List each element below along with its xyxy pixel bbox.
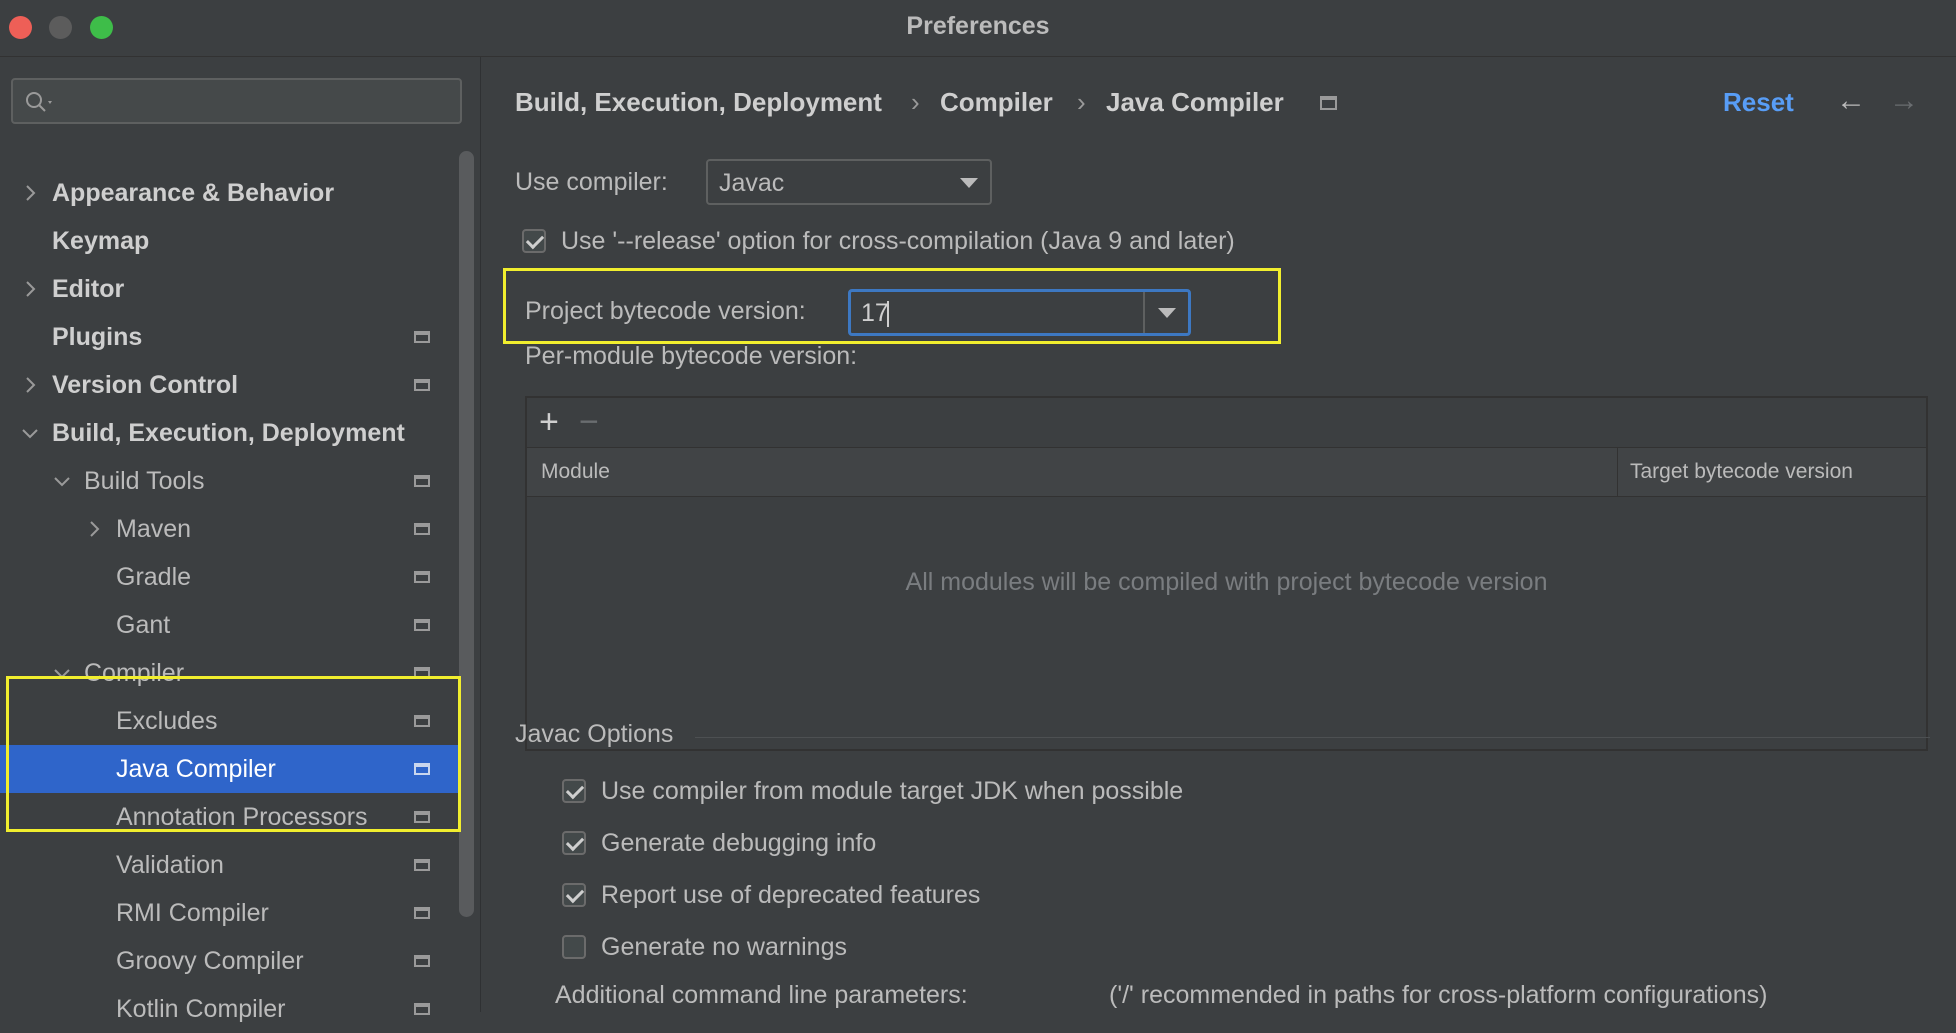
sidebar-item-label: Plugins [52,323,143,351]
additional-params-label: Additional command line parameters: [555,981,968,1009]
sidebar-item-label: Gant [116,611,171,639]
settings-content: Build, Execution, Deployment › Compiler … [481,57,1956,1012]
settings-sidebar: Appearance & Behavior Keymap Editor Plug… [0,57,481,1023]
release-option-label: Use '--release' option for cross-compila… [561,227,1235,255]
chevron-right-icon[interactable] [20,169,40,217]
sidebar-item-kotlin-compiler[interactable]: Kotlin Compiler [0,985,460,1033]
sidebar-item-maven[interactable]: Maven [0,505,460,553]
release-option-checkbox[interactable] [522,229,546,253]
sidebar-item-label: Kotlin Compiler [116,995,286,1023]
sidebar-item-appearance-behavior[interactable]: Appearance & Behavior [0,169,460,217]
chevron-down-icon [960,178,978,188]
sidebar-item-label: Build, Execution, Deployment [52,419,405,447]
generate-no-warnings-label: Generate no warnings [601,933,847,961]
sidebar-item-keymap[interactable]: Keymap [0,217,460,265]
project-settings-icon [414,907,430,919]
breadcrumb-separator: › [1077,87,1086,117]
breadcrumb-item: Java Compiler [1106,87,1284,117]
table-toolbar: + − [527,398,1926,448]
sidebar-item-version-control[interactable]: Version Control [0,361,460,409]
sidebar-item-plugins[interactable]: Plugins [0,313,460,361]
generate-debugging-info-label: Generate debugging info [601,829,877,857]
title-bar: Preferences [0,0,1956,57]
chevron-right-icon[interactable] [20,265,40,313]
use-compiler-dropdown[interactable]: Javac [706,159,992,205]
project-settings-icon [414,379,430,391]
sidebar-item-label: Version Control [52,371,239,399]
project-settings-icon [414,571,430,583]
generate-no-warnings-checkbox[interactable] [562,935,586,959]
sidebar-item-build-tools[interactable]: Build Tools [0,457,460,505]
search-icon [26,92,52,112]
remove-icon[interactable]: − [579,403,599,442]
sidebar-item-build-execution-deployment[interactable]: Build, Execution, Deployment [0,409,460,457]
use-compiler-label: Use compiler: [515,168,668,196]
chevron-right-icon[interactable] [84,505,104,553]
search-input[interactable] [11,78,462,124]
sidebar-item-groovy-compiler[interactable]: Groovy Compiler [0,937,460,985]
back-arrow-icon[interactable]: ← [1836,84,1866,118]
reset-button[interactable]: Reset [1723,87,1794,118]
forward-arrow-icon[interactable]: → [1889,84,1919,118]
project-settings-icon [414,523,430,535]
project-settings-icon [414,955,430,967]
sidebar-item-gant[interactable]: Gant [0,601,460,649]
sidebar-item-editor[interactable]: Editor [0,265,460,313]
column-header-target-bytecode[interactable]: Target bytecode version [1630,460,1853,484]
breadcrumb-item[interactable]: Build, Execution, Deployment [515,87,882,118]
generate-debugging-info-checkbox[interactable] [562,831,586,855]
sidebar-item-label: Groovy Compiler [116,947,304,975]
sidebar-item-gradle[interactable]: Gradle [0,553,460,601]
chevron-right-icon[interactable] [20,361,40,409]
project-settings-icon [414,331,430,343]
window-title: Preferences [906,12,1050,40]
column-divider[interactable] [1617,448,1618,496]
additional-params-hint: ('/' recommended in paths for cross-plat… [1109,981,1768,1009]
sidebar-item-label: Editor [52,275,125,303]
chevron-down-icon[interactable] [52,457,72,505]
project-settings-icon [1320,96,1337,110]
add-icon[interactable]: + [539,403,559,442]
per-module-table: + − Module Target bytecode version All m… [525,396,1928,751]
sidebar-item-label: Maven [116,515,192,543]
table-header: Module Target bytecode version [527,448,1926,497]
use-module-target-jdk-label: Use compiler from module target JDK when… [601,777,1184,805]
sidebar-item-label: Gradle [116,563,192,591]
column-header-module[interactable]: Module [541,460,610,484]
sidebar-item-label: Build Tools [84,467,205,495]
project-settings-icon [414,475,430,487]
chevron-down-icon[interactable] [20,409,40,457]
highlight-annotation [6,676,461,832]
report-deprecated-checkbox[interactable] [562,883,586,907]
section-divider [695,737,1930,738]
breadcrumb-item[interactable]: Compiler [940,87,1053,118]
sidebar-item-rmi-compiler[interactable]: RMI Compiler [0,889,460,937]
sidebar-item-validation[interactable]: Validation [0,841,460,889]
use-compiler-value: Javac [719,169,785,197]
sidebar-item-label: Validation [116,851,224,879]
breadcrumb-separator: › [911,87,920,117]
report-deprecated-label: Report use of deprecated features [601,881,981,909]
sidebar-scrollbar[interactable] [459,151,474,917]
table-empty-text: All modules will be compiled with projec… [905,568,1548,596]
sidebar-item-label: Keymap [52,227,150,255]
sidebar-item-label: Appearance & Behavior [52,179,335,207]
sidebar-item-label: RMI Compiler [116,899,269,927]
project-settings-icon [414,859,430,871]
javac-options-title: Javac Options [515,720,674,748]
highlight-annotation [503,268,1281,344]
project-settings-icon [414,619,430,631]
use-module-target-jdk-checkbox[interactable] [562,779,586,803]
per-module-label: Per-module bytecode version: [525,342,858,370]
project-settings-icon [414,1003,430,1015]
